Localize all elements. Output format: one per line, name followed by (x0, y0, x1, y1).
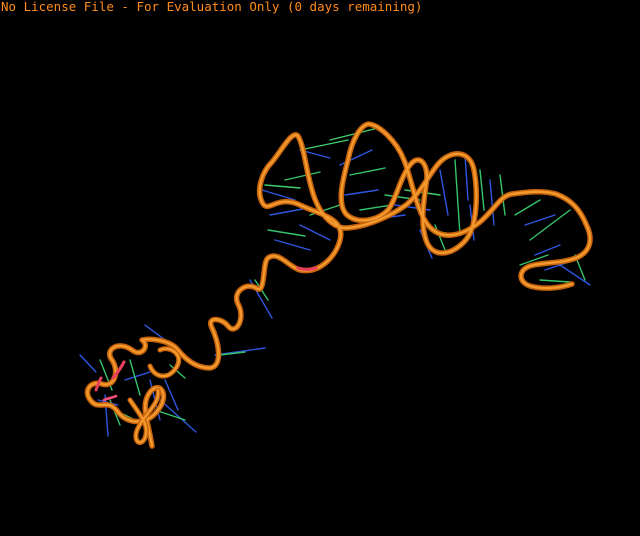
backbone-accents (94, 266, 318, 402)
rna-backbone-ribbon (84, 121, 593, 449)
molecular-viewer-canvas[interactable]: No License File - For Evaluation Only (0… (0, 0, 640, 536)
rna-structure-render (79, 121, 593, 449)
